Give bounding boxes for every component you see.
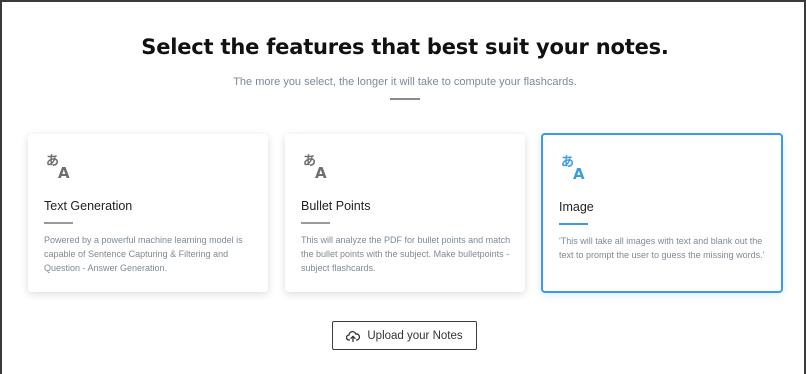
upload-button-label: Upload your Notes — [367, 329, 463, 342]
card-title: Text Generation — [44, 199, 133, 213]
feature-card-text-generation[interactable]: あ A Text Generation Powered by a powerfu… — [28, 134, 268, 292]
feature-card-bullet-points[interactable]: あ A Bullet Points This will analyze the … — [285, 134, 525, 292]
svg-text:A: A — [58, 164, 70, 182]
translate-icon: あ A — [560, 153, 590, 183]
card-title: Bullet Points — [301, 199, 371, 213]
svg-text:A: A — [315, 164, 327, 182]
card-divider — [44, 222, 73, 224]
upload-notes-button[interactable]: Upload your Notes — [332, 321, 477, 350]
feature-card-image[interactable]: あ A Image 'This will take all images wit… — [541, 133, 783, 293]
card-description: 'This will take all images with text and… — [559, 236, 765, 260]
card-description: Powered by a powerful machine learning m… — [44, 235, 243, 273]
cloud-upload-icon — [346, 330, 361, 342]
card-title: Image — [559, 200, 594, 214]
app-frame: Select the features that best suit your … — [0, 0, 806, 374]
card-description: This will analyze the PDF for bullet poi… — [301, 235, 511, 273]
card-divider — [559, 223, 588, 225]
page-subtitle: The more you select, the longer it will … — [233, 76, 577, 88]
page-title: Select the features that best suit your … — [141, 35, 669, 59]
title-divider — [390, 98, 420, 100]
translate-icon: あ A — [45, 152, 75, 182]
svg-text:A: A — [573, 165, 585, 183]
card-divider — [301, 222, 330, 224]
translate-icon: あ A — [302, 152, 332, 182]
